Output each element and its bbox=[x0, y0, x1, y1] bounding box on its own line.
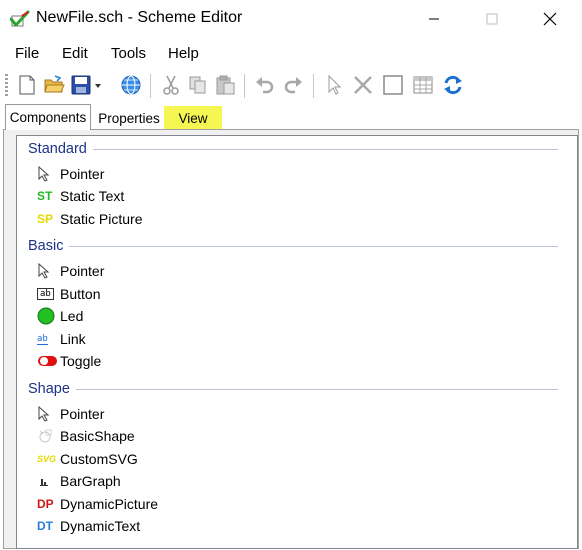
select-pointer-icon[interactable] bbox=[323, 74, 345, 96]
tab-strip: Components Properties View bbox=[0, 104, 582, 130]
item-label: Led bbox=[60, 308, 84, 324]
pointer-icon bbox=[37, 165, 59, 183]
item-label: Pointer bbox=[60, 166, 105, 182]
group-divider bbox=[92, 148, 558, 150]
menu-edit[interactable]: Edit bbox=[62, 45, 88, 62]
close-button[interactable] bbox=[521, 0, 579, 38]
tab-properties[interactable]: Properties bbox=[94, 106, 164, 130]
item-label: DynamicText bbox=[60, 518, 141, 534]
svg-icon: SVG bbox=[37, 454, 57, 464]
list-item-led[interactable]: Led bbox=[37, 305, 83, 327]
table-icon[interactable] bbox=[412, 74, 434, 96]
dp-icon: DP bbox=[37, 497, 54, 511]
sp-icon: SP bbox=[37, 212, 54, 226]
item-label: DynamicPicture bbox=[60, 496, 159, 512]
item-label: Pointer bbox=[60, 406, 105, 422]
item-label: Pointer bbox=[60, 263, 105, 279]
group-header-basic: Basic bbox=[28, 236, 558, 256]
group-title: Shape bbox=[28, 381, 70, 397]
button-icon-badge: ab bbox=[37, 288, 54, 300]
group-header-shape: Shape bbox=[28, 379, 558, 399]
item-label: Static Text bbox=[60, 188, 125, 204]
list-item-dynamic-picture[interactable]: DP DynamicPicture bbox=[37, 493, 158, 515]
st-icon: ST bbox=[37, 189, 53, 203]
copy-icon[interactable] bbox=[187, 74, 209, 96]
paste-icon[interactable] bbox=[214, 74, 236, 96]
menu-help[interactable]: Help bbox=[168, 45, 199, 62]
led-icon bbox=[37, 307, 59, 325]
item-label: BarGraph bbox=[60, 473, 121, 489]
item-label: Button bbox=[60, 286, 101, 302]
group-title: Standard bbox=[28, 141, 87, 157]
save-dropdown-icon[interactable] bbox=[93, 74, 103, 96]
link-icon-badge: ab bbox=[37, 333, 48, 345]
list-item-pointer[interactable]: Pointer bbox=[37, 163, 104, 185]
group-divider bbox=[75, 388, 558, 390]
basic-shape-icon bbox=[37, 427, 59, 445]
item-label: CustomSVG bbox=[60, 451, 138, 467]
list-item-toggle[interactable]: Toggle bbox=[37, 350, 101, 372]
globe-icon[interactable] bbox=[120, 74, 142, 96]
item-label: Link bbox=[60, 331, 86, 347]
list-item-basic-shape[interactable]: BasicShape bbox=[37, 425, 135, 447]
link-icon: ab bbox=[37, 330, 59, 348]
undo-icon[interactable] bbox=[254, 74, 276, 96]
list-item-static-picture[interactable]: SP Static Picture bbox=[37, 208, 142, 230]
dt-icon: DT bbox=[37, 519, 53, 533]
toolbar-separator bbox=[150, 74, 151, 98]
group-header-standard: Standard bbox=[28, 139, 558, 159]
frame-icon[interactable] bbox=[382, 74, 404, 96]
toggle-icon bbox=[37, 352, 59, 370]
list-item-static-text[interactable]: ST Static Text bbox=[37, 185, 124, 207]
toolbar bbox=[0, 68, 582, 104]
toolbar-grip[interactable] bbox=[5, 74, 8, 98]
title-bar: NewFile.sch - Scheme Editor bbox=[0, 0, 582, 38]
bar-graph-icon bbox=[37, 472, 59, 490]
list-item-pointer[interactable]: Pointer bbox=[37, 260, 104, 282]
item-label: Toggle bbox=[60, 353, 102, 369]
item-label: Static Picture bbox=[60, 211, 143, 227]
minimize-button[interactable] bbox=[405, 0, 463, 38]
component-list[interactable]: Standard Pointer ST Static Text SP Stati… bbox=[16, 135, 578, 549]
item-label: BasicShape bbox=[60, 428, 135, 444]
save-icon[interactable] bbox=[70, 74, 92, 96]
open-folder-icon[interactable] bbox=[43, 74, 65, 96]
refresh-icon[interactable] bbox=[442, 74, 464, 96]
toolbar-separator bbox=[313, 74, 314, 98]
close-icon bbox=[543, 12, 557, 26]
menu-bar: File Edit Tools Help bbox=[0, 38, 582, 68]
list-item-link[interactable]: ab Link bbox=[37, 328, 86, 350]
group-divider bbox=[69, 245, 558, 247]
new-file-icon[interactable] bbox=[16, 74, 38, 96]
list-item-dynamic-text[interactable]: DT DynamicText bbox=[37, 515, 140, 537]
redo-icon[interactable] bbox=[282, 74, 304, 96]
components-panel: Standard Pointer ST Static Text SP Stati… bbox=[3, 129, 579, 549]
list-item-pointer[interactable]: Pointer bbox=[37, 403, 104, 425]
tab-view[interactable]: View bbox=[164, 106, 222, 130]
toolbar-separator bbox=[244, 74, 245, 98]
menu-file[interactable]: File bbox=[15, 45, 39, 62]
group-title: Basic bbox=[28, 238, 64, 254]
list-item-bar-graph[interactable]: BarGraph bbox=[37, 470, 121, 492]
list-item-custom-svg[interactable]: SVG CustomSVG bbox=[37, 448, 138, 470]
maximize-icon bbox=[486, 13, 498, 25]
cut-icon[interactable] bbox=[160, 74, 182, 96]
app-checkmark-icon bbox=[10, 10, 30, 27]
list-item-button[interactable]: ab Button bbox=[37, 283, 100, 305]
tab-components[interactable]: Components bbox=[5, 104, 91, 130]
pointer-icon bbox=[37, 405, 59, 423]
minimize-icon bbox=[429, 18, 439, 20]
menu-tools[interactable]: Tools bbox=[111, 45, 146, 62]
button-icon: ab bbox=[37, 285, 59, 303]
delete-icon[interactable] bbox=[352, 74, 374, 96]
maximize-button[interactable] bbox=[463, 0, 521, 38]
pointer-icon bbox=[37, 262, 59, 280]
window-title: NewFile.sch - Scheme Editor bbox=[36, 9, 243, 26]
